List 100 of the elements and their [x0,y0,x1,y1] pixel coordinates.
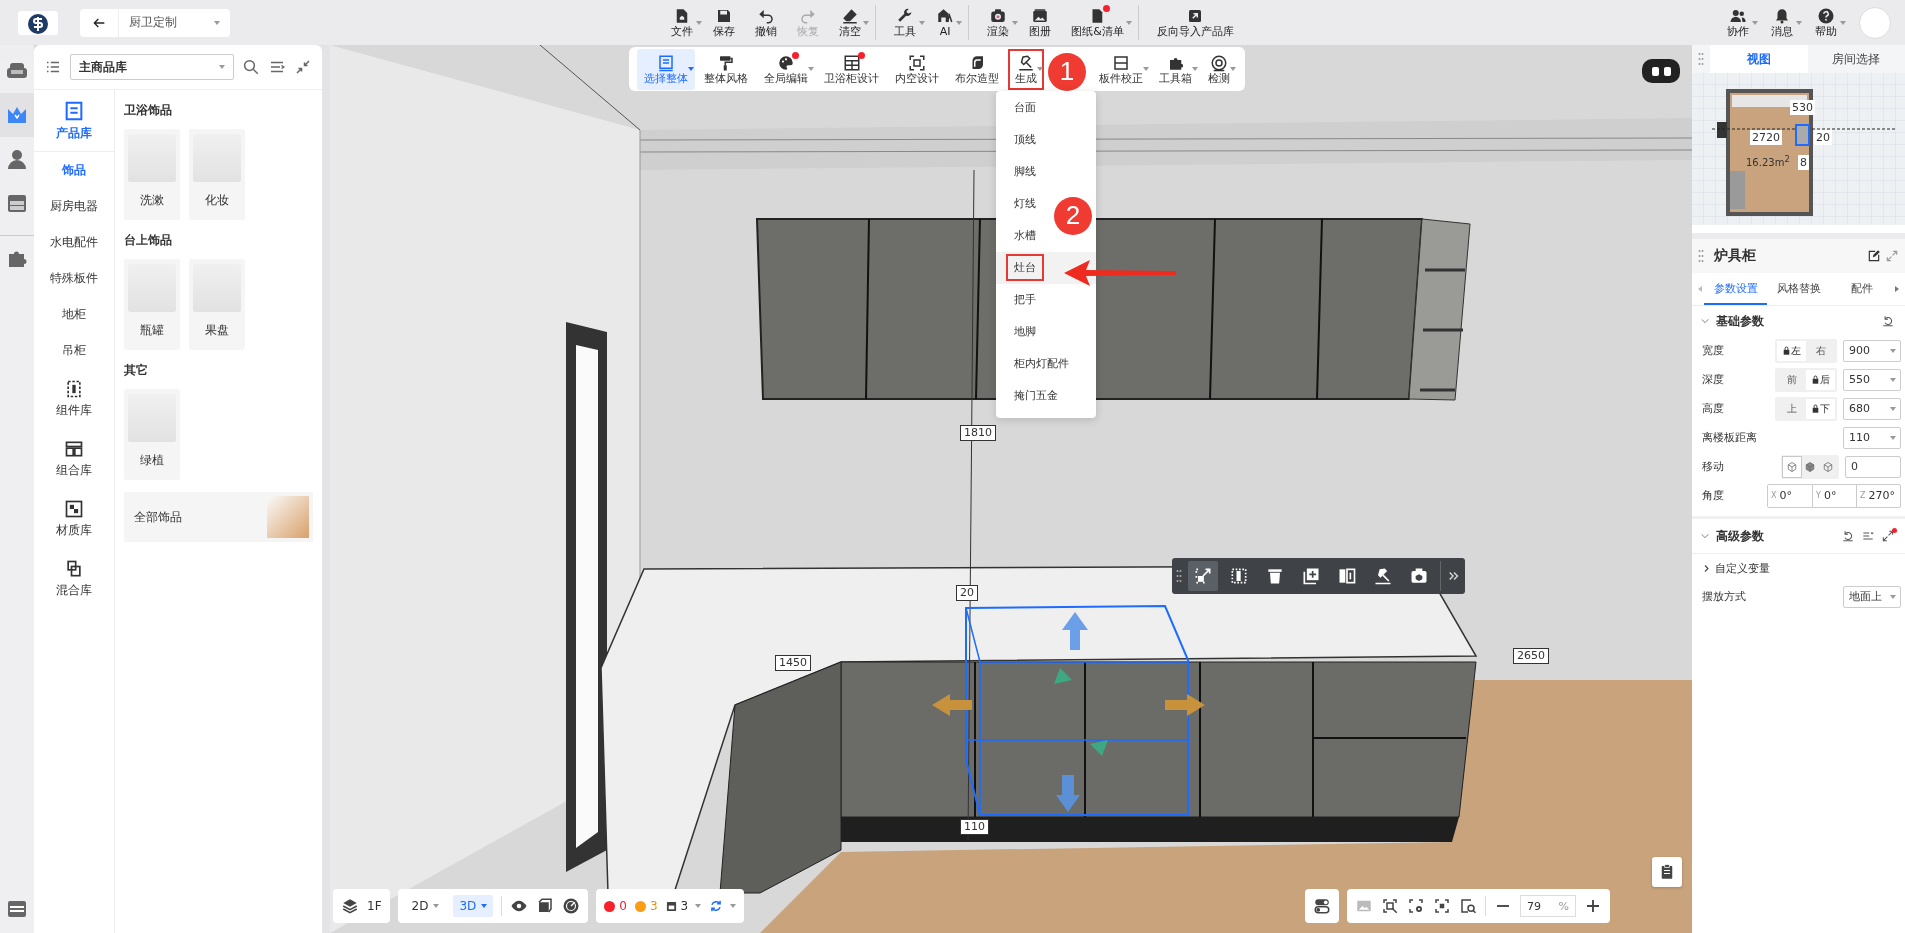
category-item[interactable]: 厨房电器 [34,188,114,224]
category-item[interactable]: 特殊板件 [34,260,114,296]
sync-dropdown[interactable] [709,899,737,913]
library-item[interactable]: 组合库 [34,430,114,488]
toolbar-button[interactable]: 选择整体 [637,48,695,90]
number-field[interactable]: 550 [1843,368,1901,391]
library-tab[interactable]: 产品库 [34,90,114,152]
frame-select-icon[interactable] [1381,897,1399,915]
edit-icon[interactable] [1867,249,1881,263]
toolbar-button[interactable]: 内空设计 [888,48,946,90]
toolbar-button[interactable]: 图纸&清单 [1063,5,1139,40]
drag-handle-icon[interactable] [1176,568,1182,584]
drag-handle-icon[interactable] [1698,51,1704,67]
cube-icon[interactable] [536,897,555,915]
placement-select[interactable]: 地面上 [1843,585,1901,608]
menu-item[interactable]: 掩门五金 [996,379,1096,412]
anchor-toggle[interactable]: 后 [1806,369,1835,390]
number-field[interactable]: 0 [1845,455,1901,478]
zoom-in-icon[interactable] [1584,897,1602,915]
view-tab[interactable]: 视图 [1710,45,1808,73]
drag-handle-icon[interactable] [1698,248,1704,264]
expand-icon[interactable] [1881,529,1895,543]
product-card[interactable]: 洗漱 [124,129,180,220]
toolbar-button[interactable]: 协作 [1719,5,1757,40]
toolbar-button[interactable]: 整体风格 [697,48,755,90]
menu-item[interactable]: 脚线 [996,155,1096,188]
library-select[interactable]: 主商品库 [70,54,234,80]
toolbar-button[interactable]: 清空 [831,5,877,40]
anchor-toggle[interactable]: 下 [1806,398,1835,419]
toolbar-button[interactable]: 图册 [1021,5,1060,40]
frame-settings-icon[interactable] [1407,897,1425,915]
anchor-toggle[interactable]: 上 [1777,398,1806,419]
layer-count[interactable]: 3 [665,899,702,913]
library-item[interactable]: 组件库 [34,370,114,428]
toolbar-button[interactable]: 保存 [705,5,744,40]
anchor-toggle[interactable]: 右 [1806,340,1835,361]
collapsible-row[interactable]: 自定义变量 [1692,554,1905,582]
toolbar-button[interactable]: 板件校正 [1092,48,1150,90]
view-mode-button[interactable]: 3D [453,895,494,917]
product-card[interactable]: 瓶罐 [124,259,180,350]
toolbar-button[interactable]: 卫浴柜设计 [817,48,886,90]
toggle-settings-button[interactable] [1305,889,1339,923]
zoom-page-icon[interactable] [1459,897,1477,915]
panel-tab[interactable]: 风格替换 [1767,273,1830,305]
toolbar-button[interactable]: 反向导入产品库 [1148,5,1242,40]
anchor-toggle[interactable]: 前 [1777,369,1806,390]
clipboard-button[interactable] [1652,857,1682,887]
floor-plan-drawing[interactable] [1692,73,1905,225]
double-chevron-icon[interactable] [1447,569,1461,583]
floor-button[interactable]: 1F [333,889,390,923]
search-icon[interactable] [242,58,260,76]
project-select[interactable]: 厨卫定制 [118,8,230,37]
menu-item[interactable]: 灶台 [996,251,1096,284]
gauge-icon[interactable] [562,897,581,915]
number-field[interactable]: 110 [1843,426,1901,449]
product-card[interactable]: 绿植 [124,389,180,480]
toolbar-button[interactable]: 渲染 [979,5,1018,40]
category-item[interactable]: 水电配件 [34,224,114,260]
tool-button[interactable] [1188,561,1218,591]
toolbar-button[interactable]: 检测 [1201,48,1237,90]
focus-frame-icon[interactable] [1433,897,1451,915]
product-card[interactable]: 化妆 [189,129,245,220]
sidebar-button[interactable] [0,93,34,137]
right-arrow-icon[interactable] [1893,285,1901,293]
toolbar-button[interactable]: AI [928,5,970,40]
vr-glasses-button[interactable] [1642,59,1680,83]
reset-icon[interactable] [1841,529,1855,543]
number-field[interactable]: 900 [1843,339,1901,362]
library-item[interactable]: 材质库 [34,490,114,548]
menu-item[interactable]: 顶线 [996,123,1096,156]
product-card[interactable]: 果盘 [189,259,245,350]
category-item[interactable]: 吊柜 [34,332,114,368]
toolbar-button[interactable]: 工具 [886,5,925,40]
toolbar-button[interactable]: 全局编辑 [757,48,815,90]
toolbar-button[interactable]: 生成 [1008,48,1044,90]
back-button[interactable] [80,8,118,37]
library-item[interactable]: 混合库 [34,550,114,608]
number-field[interactable]: 680 [1843,397,1901,420]
toolbar-button[interactable]: 工具箱 [1152,48,1199,90]
panel-tab[interactable]: 配件 [1830,273,1893,305]
zoom-field[interactable]: 79 % [1520,895,1576,917]
reset-icon[interactable] [1881,314,1895,328]
error-count[interactable]: 0 [604,899,627,913]
menu-item[interactable]: 柜内灯配件 [996,347,1096,380]
all-items-card[interactable]: 全部饰品 [124,492,313,542]
menu-item[interactable]: 台面 [996,91,1096,124]
toolbar-button[interactable]: 撤销 [747,5,786,40]
menu-item[interactable]: 把手 [996,283,1096,316]
category-item[interactable]: 饰品 [34,152,114,188]
toolbar-button[interactable]: 文件 [663,5,702,40]
selection-gizmo-drawing[interactable] [932,605,1205,816]
toolbar-button[interactable]: 布尔造型 [948,48,1006,90]
category-item[interactable]: 地柜 [34,296,114,332]
base-cabinet[interactable] [600,565,1478,894]
toolbar-button[interactable]: 帮助 [1807,5,1845,40]
view-mode-button[interactable]: 2D [405,895,446,917]
anchor-toggle[interactable]: 左 [1777,340,1806,361]
collapse-icon[interactable] [294,58,312,76]
panel-tab[interactable]: 参数设置 [1704,273,1767,305]
toolbar-button[interactable]: 消息 [1763,5,1801,40]
